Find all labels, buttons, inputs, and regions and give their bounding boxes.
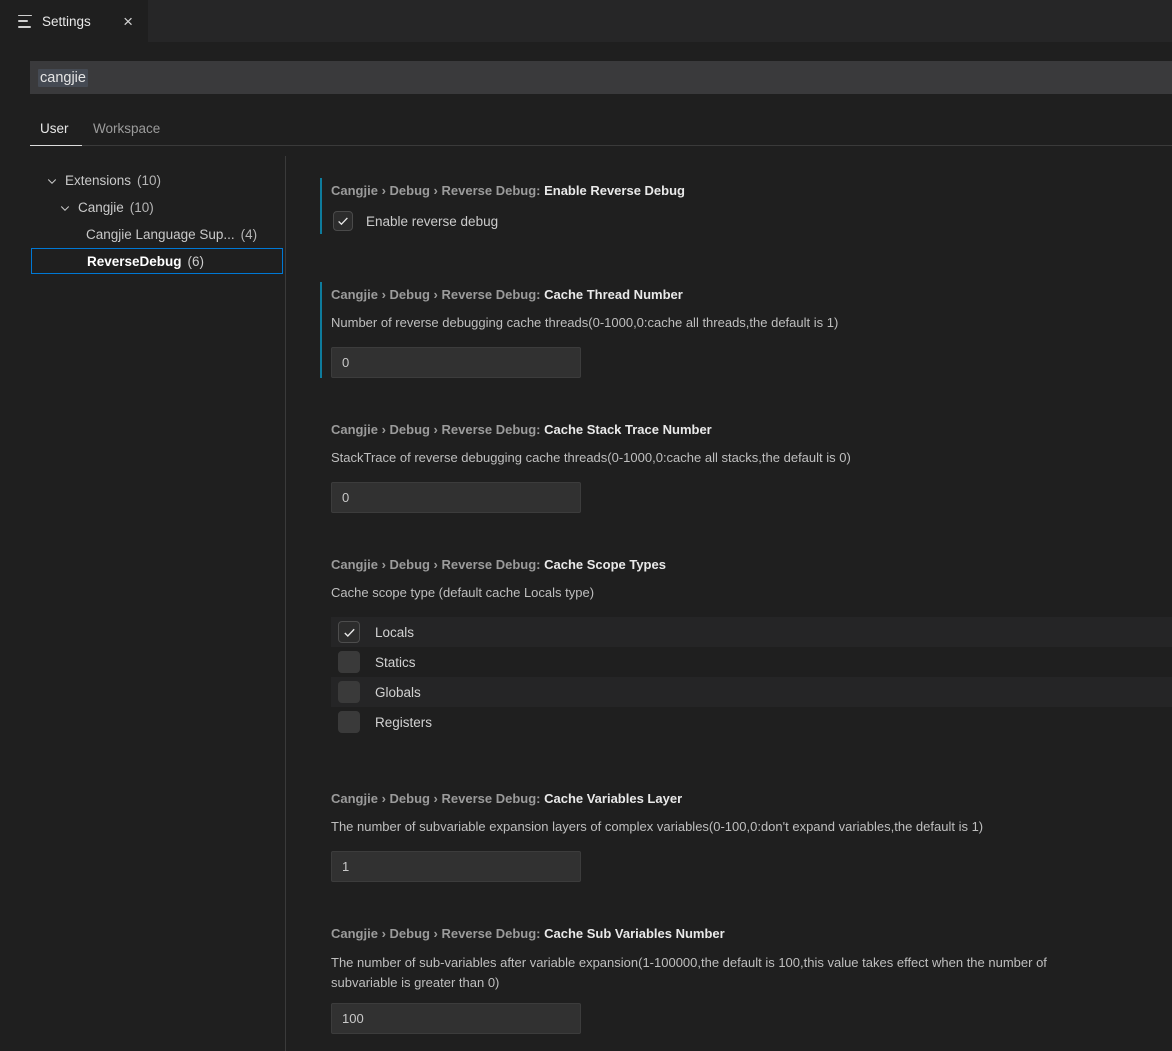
settings-list: Cangjie › Debug › Reverse Debug: Enable … bbox=[286, 160, 1172, 1051]
checkbox-checked[interactable] bbox=[338, 621, 360, 643]
checkbox-unchecked[interactable] bbox=[338, 651, 360, 673]
chevron-down-icon bbox=[46, 175, 58, 187]
setting-cache-thread-number: Cangjie › Debug › Reverse Debug: Cache T… bbox=[320, 282, 1172, 378]
cache-stack-trace-number-input[interactable] bbox=[331, 482, 581, 513]
scope-type-list: Locals Statics Globals Registers bbox=[331, 617, 1172, 737]
editor-tab-bar: Settings × bbox=[0, 0, 1172, 42]
scope-divider bbox=[30, 145, 1172, 146]
setting-description: Number of reverse debugging cache thread… bbox=[331, 314, 1172, 332]
setting-title: Cangjie › Debug › Reverse Debug: Cache S… bbox=[331, 421, 1172, 439]
checkbox-label: Enable reverse debug bbox=[366, 214, 498, 229]
list-item-globals[interactable]: Globals bbox=[331, 677, 1172, 707]
checkbox-checked[interactable] bbox=[333, 211, 353, 231]
tab-title: Settings bbox=[42, 14, 118, 29]
match-count: (10) bbox=[130, 200, 154, 215]
settings-search-input[interactable]: cangjie bbox=[30, 61, 1172, 94]
setting-enable-reverse-debug: Cangjie › Debug › Reverse Debug: Enable … bbox=[320, 178, 1172, 234]
settings-toc-tree: Extensions (10) Cangjie (10) Cangjie Lan… bbox=[0, 160, 285, 1051]
list-item-locals[interactable]: Locals bbox=[331, 617, 1172, 647]
settings-editor-icon bbox=[18, 15, 33, 28]
toc-item-reversedebug[interactable]: ReverseDebug (6) bbox=[31, 248, 283, 274]
setting-cache-stack-trace-number: Cangjie › Debug › Reverse Debug: Cache S… bbox=[320, 417, 1172, 513]
setting-cache-scope-types: Cangjie › Debug › Reverse Debug: Cache S… bbox=[320, 552, 1172, 737]
toc-item-cangjie-language-support[interactable]: Cangjie Language Sup... (4) bbox=[0, 221, 285, 248]
list-item-statics[interactable]: Statics bbox=[331, 647, 1172, 677]
match-count: (6) bbox=[188, 254, 205, 269]
setting-cache-sub-variables-number: Cangjie › Debug › Reverse Debug: Cache S… bbox=[320, 921, 1172, 1034]
setting-title: Cangjie › Debug › Reverse Debug: Enable … bbox=[331, 182, 1172, 200]
chevron-down-icon bbox=[59, 202, 71, 214]
checkbox-unchecked[interactable] bbox=[338, 711, 360, 733]
search-query-text: cangjie bbox=[38, 69, 88, 87]
modified-indicator bbox=[320, 178, 322, 234]
cache-sub-variables-number-input[interactable] bbox=[331, 1003, 581, 1034]
setting-title: Cangjie › Debug › Reverse Debug: Cache S… bbox=[331, 925, 1172, 943]
setting-cache-variables-layer: Cangjie › Debug › Reverse Debug: Cache V… bbox=[320, 786, 1172, 882]
setting-title: Cangjie › Debug › Reverse Debug: Cache T… bbox=[331, 286, 1172, 304]
toc-item-extensions[interactable]: Extensions (10) bbox=[0, 167, 285, 194]
cache-thread-number-input[interactable] bbox=[331, 347, 581, 378]
checkbox-unchecked[interactable] bbox=[338, 681, 360, 703]
cache-variables-layer-input[interactable] bbox=[331, 851, 581, 882]
settings-tab[interactable]: Settings × bbox=[0, 0, 148, 42]
scope-tab-row: User Workspace bbox=[0, 112, 1172, 146]
tab-user[interactable]: User bbox=[40, 112, 69, 145]
modified-indicator bbox=[320, 282, 322, 378]
setting-description: The number of subvariable expansion laye… bbox=[331, 818, 1172, 836]
setting-description: Cache scope type (default cache Locals t… bbox=[331, 584, 1172, 602]
match-count: (10) bbox=[137, 173, 161, 188]
setting-title: Cangjie › Debug › Reverse Debug: Cache S… bbox=[331, 556, 1172, 574]
toc-item-cangjie[interactable]: Cangjie (10) bbox=[0, 194, 285, 221]
active-tab-underline bbox=[30, 145, 82, 147]
setting-description: The number of sub-variables after variab… bbox=[331, 953, 1172, 993]
match-count: (4) bbox=[241, 227, 258, 242]
list-item-registers[interactable]: Registers bbox=[331, 707, 1172, 737]
setting-title: Cangjie › Debug › Reverse Debug: Cache V… bbox=[331, 790, 1172, 808]
tab-workspace[interactable]: Workspace bbox=[93, 112, 160, 145]
close-icon[interactable]: × bbox=[118, 12, 138, 31]
setting-description: StackTrace of reverse debugging cache th… bbox=[331, 449, 1172, 467]
